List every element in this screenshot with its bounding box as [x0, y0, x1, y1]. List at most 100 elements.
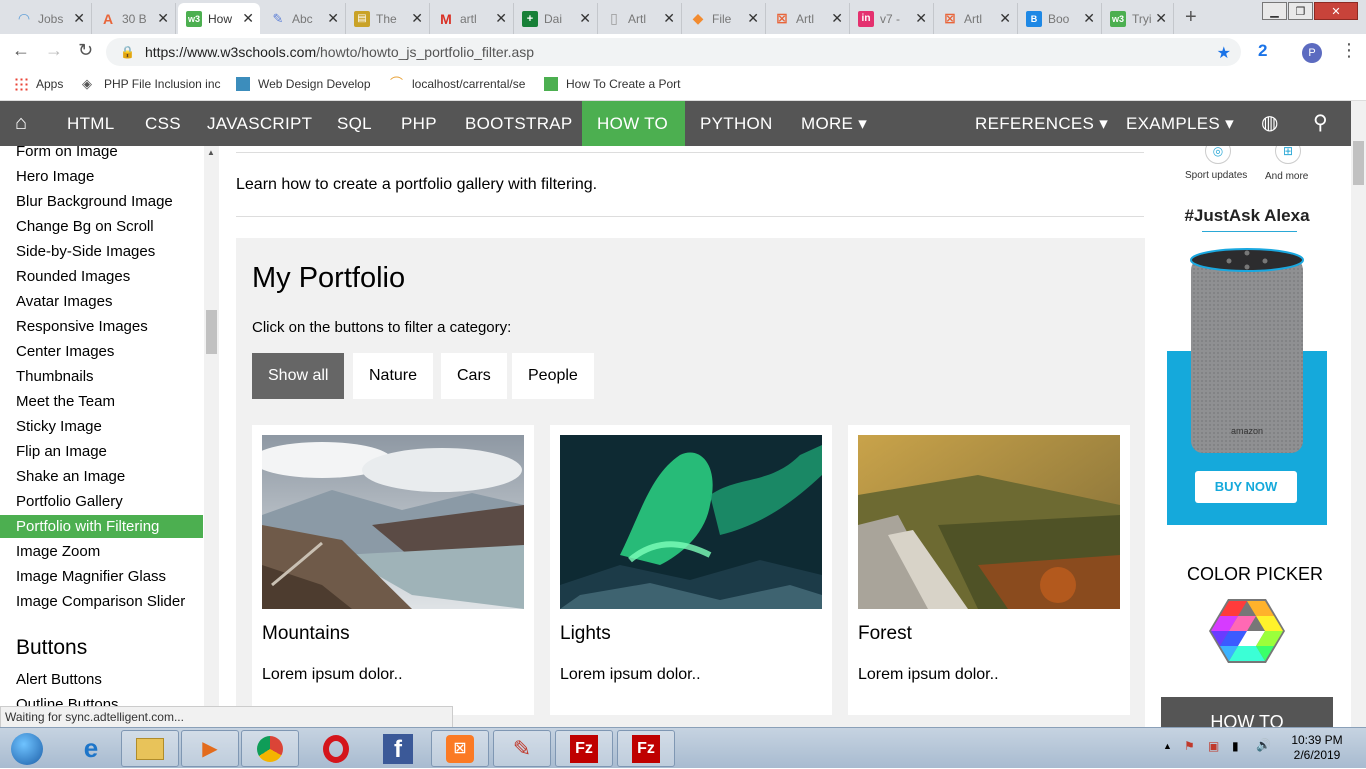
sidebar-item-portfolio-gallery[interactable]: Portfolio Gallery — [0, 490, 203, 513]
opera-icon[interactable] — [307, 730, 365, 767]
sidebar-scrollbar[interactable]: ▲ — [204, 146, 219, 727]
close-tab-icon[interactable]: ✕ — [747, 10, 759, 27]
media-player-icon[interactable]: ▶ — [181, 730, 239, 767]
sidebar-item-avatar-images[interactable]: Avatar Images — [0, 290, 203, 313]
close-tab-icon[interactable]: ✕ — [1083, 10, 1095, 27]
maximize-window-icon[interactable]: ❐ — [1288, 2, 1313, 20]
browser-tab[interactable]: B Boo ✕ — [1018, 3, 1102, 34]
sidebar-item-flip-an-image[interactable]: Flip an Image — [0, 440, 203, 463]
bookmark-item[interactable]: ⌒ localhost/carrental/se — [390, 77, 525, 92]
windows-start-icon[interactable] — [0, 730, 54, 767]
sidebar-scrollbar-thumb[interactable] — [206, 310, 217, 354]
nav-examples[interactable]: EXAMPLES ▾ — [1111, 101, 1249, 146]
scroll-up-arrow-icon[interactable]: ▲ — [207, 148, 215, 157]
url-field[interactable]: 🔒 https://www.w3schools.com/howto/howto_… — [106, 38, 1241, 66]
sidebar-item-image-magnifier-glass[interactable]: Image Magnifier Glass — [0, 565, 203, 588]
bookmark-item[interactable]: Web Design Develop — [236, 77, 371, 91]
sidebar-item-side-by-side-images[interactable]: Side-by-Side Images — [0, 240, 203, 263]
browser-tab[interactable]: w3 Tryi ✕ — [1102, 3, 1174, 34]
nav-javascript[interactable]: JAVASCRIPT — [192, 101, 327, 146]
close-window-icon[interactable]: ✕ — [1314, 2, 1358, 20]
browser-tab[interactable]: Martl ✕ — [430, 3, 514, 34]
nav-references[interactable]: REFERENCES ▾ — [960, 101, 1123, 146]
page-scrollbar-thumb[interactable] — [1353, 141, 1364, 185]
minimize-window-icon[interactable]: ▁ — [1262, 2, 1287, 20]
close-tab-icon[interactable]: ✕ — [495, 10, 507, 27]
browser-tab[interactable]: A 30 B ✕ — [92, 3, 176, 34]
filezilla-icon[interactable]: Fz — [555, 730, 613, 767]
nav-how-to[interactable]: HOW TO — [582, 101, 685, 146]
nav-bootstrap[interactable]: BOOTSTRAP — [450, 101, 588, 146]
filter-people-button[interactable]: People — [512, 353, 594, 399]
sidebar-item-form-on-image[interactable]: Form on Image — [0, 146, 203, 163]
sidebar-item-sticky-image[interactable]: Sticky Image — [0, 415, 203, 438]
color-picker-hexagon-icon[interactable] — [1208, 597, 1286, 665]
filezilla-icon[interactable]: Fz — [617, 730, 675, 767]
search-icon[interactable]: ⚲ — [1298, 101, 1343, 146]
sidebar-item-alert-buttons[interactable]: Alert Buttons — [0, 668, 203, 691]
close-tab-icon[interactable]: ✕ — [411, 10, 423, 27]
signal-icon[interactable]: ▮ — [1232, 739, 1239, 753]
sidebar-item-image-zoom[interactable]: Image Zoom — [0, 540, 203, 563]
close-tab-icon[interactable]: ✕ — [157, 10, 169, 27]
new-tab-plus-icon[interactable]: + — [1185, 6, 1197, 29]
close-tab-icon[interactable]: ✕ — [579, 10, 591, 27]
filter-show-all-button[interactable]: Show all — [252, 353, 345, 399]
nav-more[interactable]: MORE ▾ — [786, 101, 882, 146]
browser-tab[interactable]: ▤ The ✕ — [346, 3, 430, 34]
browser-tab[interactable]: in v7 - ✕ — [850, 3, 934, 34]
explorer-icon[interactable] — [121, 730, 179, 767]
menu-kebab-icon[interactable]: ⋮ — [1340, 40, 1358, 61]
browser-tab[interactable]: ⊠ Artl ✕ — [934, 3, 1018, 34]
sidebar-item-hero-image[interactable]: Hero Image — [0, 165, 203, 188]
close-tab-icon[interactable]: ✕ — [73, 10, 85, 27]
volume-icon[interactable]: 🔊 — [1256, 738, 1271, 752]
close-tab-icon[interactable]: ✕ — [663, 10, 675, 27]
flag-icon[interactable]: ⚑ — [1184, 739, 1195, 753]
sidebar-item-thumbnails[interactable]: Thumbnails — [0, 365, 203, 388]
chrome-icon[interactable] — [241, 730, 299, 767]
nav-php[interactable]: PHP — [386, 101, 452, 146]
filter-nature-button[interactable]: Nature — [353, 353, 434, 399]
system-clock[interactable]: 10:39 PM 2/6/2019 — [1287, 733, 1347, 763]
home-icon[interactable]: ⌂ — [0, 101, 42, 146]
forward-arrow-icon[interactable]: → — [45, 40, 63, 61]
how-to-ad-bar[interactable]: HOW TO — [1161, 697, 1333, 727]
facebook-icon[interactable]: f — [369, 730, 427, 767]
close-tab-icon[interactable]: ✕ — [831, 10, 843, 27]
browser-tab[interactable]: ▯ Artl ✕ — [598, 3, 682, 34]
back-arrow-icon[interactable]: ← — [12, 40, 30, 61]
buy-now-button[interactable]: BUY NOW — [1195, 471, 1297, 503]
paint-icon[interactable]: ✎ — [493, 730, 551, 767]
page-scrollbar[interactable] — [1351, 101, 1366, 727]
bookmark-item[interactable]: ◈ PHP File Inclusion inc — [82, 77, 221, 92]
nav-css[interactable]: CSS — [130, 101, 196, 146]
extension-badge[interactable]: 2 — [1258, 41, 1267, 61]
profile-avatar[interactable]: P — [1302, 43, 1322, 63]
browser-tab[interactable]: ⊠ Artl ✕ — [766, 3, 850, 34]
close-tab-icon[interactable]: ✕ — [915, 10, 927, 27]
bookmark-star-icon[interactable]: ★ — [1217, 43, 1231, 63]
bookmark-item[interactable]: How To Create a Port — [544, 77, 681, 91]
sidebar-item-change-bg-on-scroll[interactable]: Change Bg on Scroll — [0, 215, 203, 238]
sidebar-item-image-comparison-slider[interactable]: Image Comparison Slider — [0, 590, 203, 613]
browser-tab[interactable]: ◆ File ✕ — [682, 3, 766, 34]
browser-tab[interactable]: ✎ Abc ✕ — [262, 3, 346, 34]
show-hidden-icons-icon[interactable]: ▲ — [1163, 741, 1172, 751]
sidebar-item-rounded-images[interactable]: Rounded Images — [0, 265, 203, 288]
browser-tab[interactable]: + Dai ✕ — [514, 3, 598, 34]
sidebar-item-center-images[interactable]: Center Images — [0, 340, 203, 363]
nav-python[interactable]: PYTHON — [685, 101, 788, 146]
xampp-icon[interactable]: ⊠ — [431, 730, 489, 767]
sidebar-item-responsive-images[interactable]: Responsive Images — [0, 315, 203, 338]
alexa-advertisement[interactable]: ◎ ⊞ Sport updates And more #JustAsk Alex… — [1167, 146, 1327, 525]
browser-tab[interactable]: ◠ Jobs ✕ — [8, 3, 92, 34]
close-tab-icon[interactable]: ✕ — [1155, 10, 1167, 27]
ie-icon[interactable]: e — [62, 730, 120, 767]
nav-html[interactable]: HTML — [52, 101, 129, 146]
close-tab-icon[interactable]: ✕ — [999, 10, 1011, 27]
sidebar-item-meet-the-team[interactable]: Meet the Team — [0, 390, 203, 413]
close-tab-icon[interactable]: ✕ — [242, 10, 254, 27]
color-picker-heading[interactable]: COLOR PICKER — [1159, 564, 1351, 585]
globe-icon[interactable]: ◍ — [1246, 101, 1294, 146]
